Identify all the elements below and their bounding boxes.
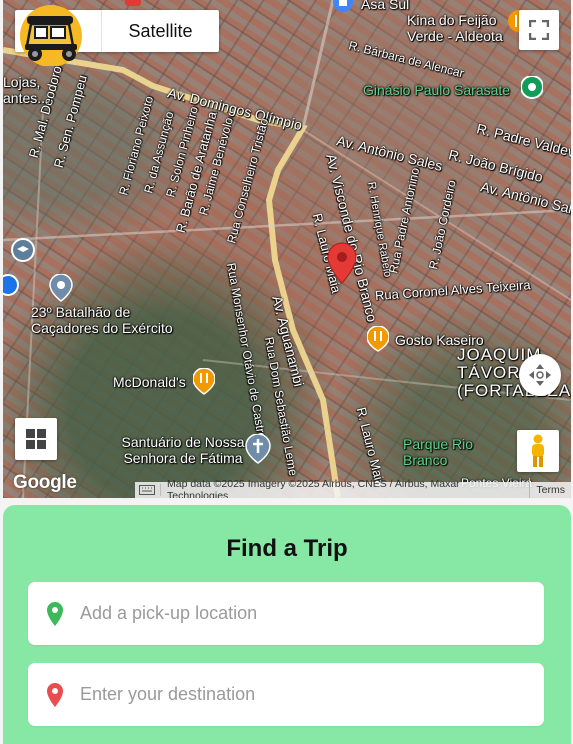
military-pin-icon[interactable] [49, 274, 73, 302]
layers-button[interactable] [15, 418, 57, 460]
keyboard-shortcuts-button[interactable] [135, 484, 161, 496]
fullscreen-button[interactable] [519, 10, 559, 50]
place-label: Parque Rio Branco [403, 436, 474, 468]
restaurant-icon[interactable] [193, 368, 215, 396]
restaurant-icon[interactable] [367, 326, 389, 352]
terms-link[interactable]: Terms [530, 484, 571, 496]
school-icon[interactable] [11, 238, 35, 262]
move-arrows-icon [529, 364, 551, 386]
hospital-icon[interactable] [123, 0, 143, 8]
pickup-input[interactable] [80, 603, 500, 624]
destination-input[interactable] [80, 684, 500, 705]
grid-icon [26, 429, 46, 449]
pickup-field[interactable] [28, 582, 544, 645]
church-icon[interactable] [245, 434, 271, 464]
stadium-icon[interactable] [521, 76, 543, 102]
map-data-attribution[interactable]: Map data ©2025 Imagery ©2025 Airbus, CNE… [161, 478, 531, 498]
destination-pin-icon [30, 682, 80, 708]
pickup-pin-icon [30, 601, 80, 627]
place-label: Asa Sul [361, 0, 410, 12]
pegman-icon [532, 434, 544, 467]
map-marker-icon[interactable] [327, 242, 357, 284]
google-logo[interactable]: Google [13, 472, 77, 494]
app-logo-icon[interactable] [17, 4, 89, 66]
fullscreen-icon [529, 20, 549, 40]
panel-title: Find a Trip [226, 535, 348, 562]
place-label: Santuário de Nossa Senhora de Fátima [121, 434, 245, 466]
map-attribution-bar: Map data ©2025 Imagery ©2025 Airbus, CNE… [135, 478, 571, 498]
find-trip-panel: Find a Trip [3, 505, 571, 744]
map-view[interactable]: Av. Domingos Olímpio R. Sen. Pompeu R. M… [3, 0, 571, 498]
camera-control-button[interactable] [519, 354, 561, 396]
street-view-button[interactable] [517, 430, 559, 472]
place-label: Kina do Feijão Verde - Aldeota [407, 12, 503, 44]
shopping-icon[interactable] [3, 274, 19, 300]
place-label: Lojas, antes... [3, 74, 49, 106]
keyboard-icon [139, 485, 156, 495]
destination-field[interactable] [28, 663, 544, 726]
place-label: McDonald's [113, 374, 186, 390]
place-label: Ginásio Paulo Sarasate [363, 82, 511, 98]
place-label: 23º Batalhão de Caçadores do Exército [31, 304, 173, 336]
satellite-toggle-button[interactable]: Satellite [101, 10, 219, 52]
place-pin-icon[interactable] [333, 0, 353, 16]
